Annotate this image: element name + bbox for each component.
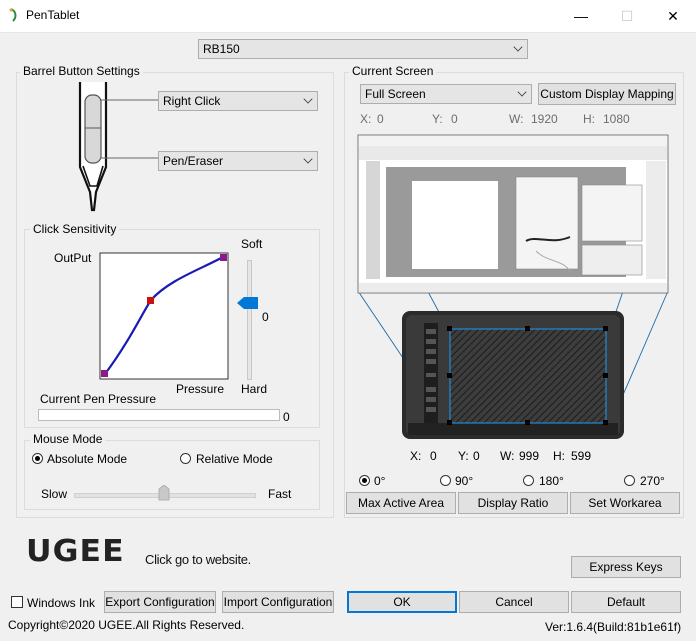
rotation-270-radio[interactable] [624,475,635,486]
rotation-180-radio[interactable] [523,475,534,486]
custom-display-mapping-button[interactable]: Custom Display Mapping [538,83,676,105]
pressure-label: Pressure [176,382,225,396]
screen-x-value: 0 [377,112,384,126]
mouse-speed-thumb[interactable] [158,485,170,501]
screen-select[interactable]: Full Screen [360,84,532,104]
screen-h-label: H: [583,112,595,126]
sensitivity-slider-thumb[interactable] [237,296,259,310]
chevron-down-icon [303,94,313,104]
screen-mapping-preview [357,134,669,439]
app-icon [9,8,17,22]
device-select-value: RB150 [203,42,240,56]
default-button[interactable]: Default [571,591,681,613]
screen-w-label: W: [509,112,524,126]
ugee-logo[interactable]: UGEE [26,534,125,569]
current-pressure-bar [38,409,280,421]
area-w-label: W: [500,449,515,463]
sensitivity-value: 0 [262,310,269,324]
sensitivity-slider-track[interactable] [247,260,252,380]
screen-h-value: 1080 [603,112,630,126]
tablet-illustration [402,311,624,439]
chevron-down-icon [513,42,523,52]
pen-illustration [78,82,158,212]
maximize-icon: ☐ [620,7,634,24]
set-workarea-button[interactable]: Set Workarea [570,492,680,514]
ok-button[interactable]: OK [347,591,457,613]
area-h-value: 599 [571,449,592,463]
current-screen-label: Current Screen [349,64,437,78]
area-h-label: H: [553,449,565,463]
display-ratio-button[interactable]: Display Ratio [458,492,568,514]
screen-w-value: 1920 [531,112,558,126]
click-sensitivity-label: Click Sensitivity [30,222,120,236]
output-label: OutPut [54,251,92,265]
rotation-180-label: 180° [539,474,564,488]
title-bar: PenTablet — ☐ ✕ [0,0,696,33]
relative-mode-label: Relative Mode [196,452,273,466]
windows-ink-label: Windows Ink [27,596,96,610]
lower-button-value: Pen/Eraser [163,154,224,168]
windows-ink-checkbox[interactable] [11,596,23,608]
mouse-mode-label: Mouse Mode [30,432,106,446]
screen-y-label: Y: [432,112,443,126]
area-x-value: 0 [430,449,437,463]
active-area [449,328,607,424]
relative-mode-radio[interactable] [180,453,191,464]
chevron-down-icon [303,154,313,164]
screen-y-value: 0 [451,112,458,126]
minimize-icon: — [574,8,588,24]
rotation-270-label: 270° [640,474,665,488]
upper-button-select[interactable]: Right Click [158,91,318,111]
absolute-mode-label: Absolute Mode [47,452,128,466]
curve-control-point[interactable] [147,297,154,304]
max-active-area-button[interactable]: Max Active Area [346,492,456,514]
close-icon: ✕ [667,7,679,24]
soft-label: Soft [241,237,263,251]
area-y-label: Y: [458,449,469,463]
minimize-button[interactable]: — [558,0,604,32]
current-pressure-value: 0 [283,410,290,424]
device-select[interactable]: RB150 [198,39,528,59]
import-configuration-button[interactable]: Import Configuration [222,591,334,613]
express-keys-button[interactable]: Express Keys [571,556,681,578]
rotation-0-label: 0° [374,474,386,488]
close-button[interactable]: ✕ [650,0,696,32]
curve-end-point[interactable] [220,254,227,261]
rotation-90-label: 90° [455,474,474,488]
rotation-90-radio[interactable] [440,475,451,486]
screen-x-label: X: [360,112,372,126]
slow-label: Slow [41,487,68,501]
absolute-mode-radio[interactable] [32,453,43,464]
website-link[interactable]: Click go to website. [145,552,251,567]
rotation-0-radio[interactable] [359,475,370,486]
export-configuration-button[interactable]: Export Configuration [104,591,216,613]
version-text: Ver:1.6.4(Build:81b1e61f) [545,620,682,634]
upper-button-value: Right Click [163,94,221,108]
current-pressure-label: Current Pen Pressure [40,392,157,406]
window-title: PenTablet [26,8,80,22]
cancel-button[interactable]: Cancel [459,591,569,613]
area-w-value: 999 [519,449,540,463]
desktop-thumbnail [357,134,669,294]
curve-start-point[interactable] [101,370,108,377]
maximize-button[interactable]: ☐ [604,0,650,32]
chevron-down-icon [517,87,527,97]
pressure-curve-graph[interactable] [99,252,229,380]
lower-button-select[interactable]: Pen/Eraser [158,151,318,171]
fast-label: Fast [268,487,292,501]
area-x-label: X: [410,449,422,463]
area-y-value: 0 [473,449,480,463]
copyright-text: Copyright©2020 UGEE.All Rights Reserved. [8,618,245,632]
barrel-settings-label: Barrel Button Settings [20,64,143,78]
screen-select-value: Full Screen [365,87,426,101]
hard-label: Hard [241,382,268,396]
